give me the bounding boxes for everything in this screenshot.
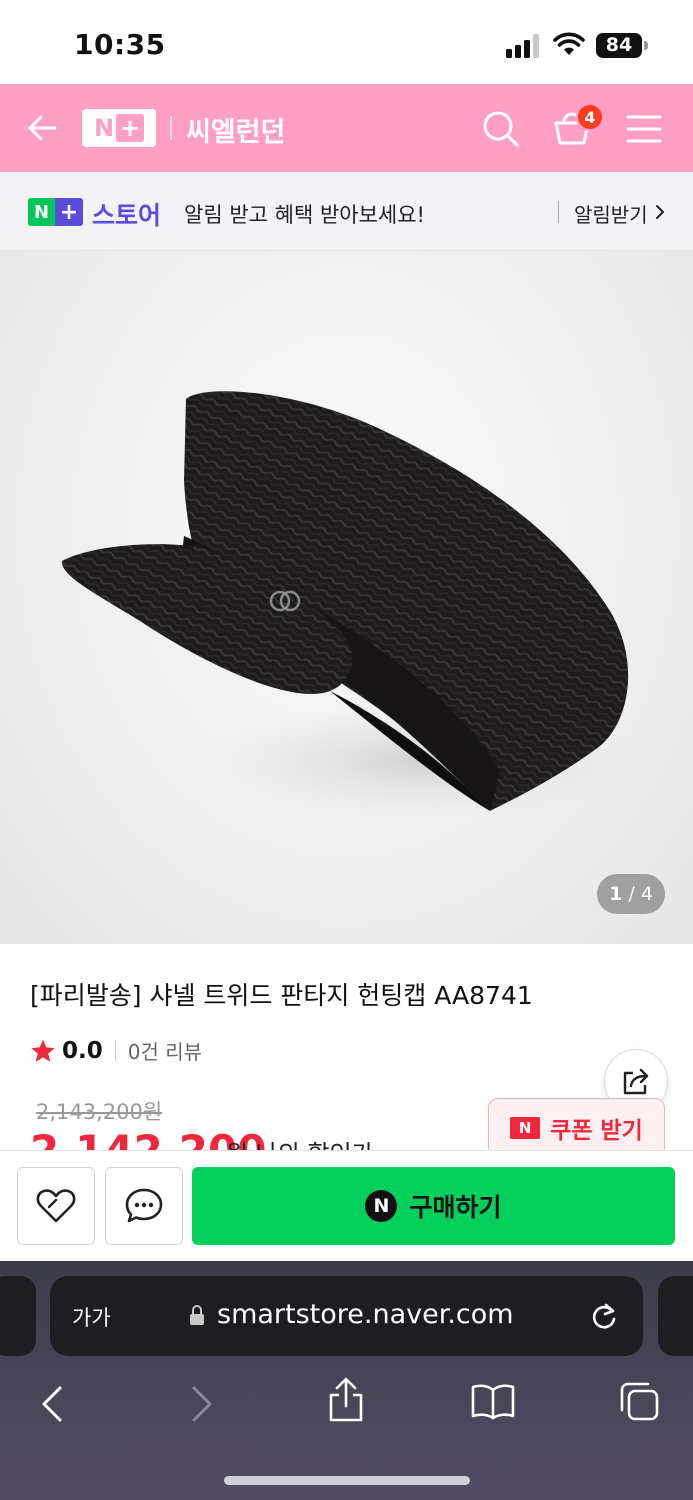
subscribe-alerts-link[interactable]: 알림받기 (574, 199, 648, 228)
lock-icon (190, 1305, 204, 1325)
image-total: 4 (640, 883, 653, 905)
product-image[interactable] (0, 251, 693, 944)
star-icon (31, 1039, 55, 1062)
image-counter: 1 / 4 (597, 874, 665, 914)
notice-message: 알림 받고 혜택 받아보세요! (184, 203, 425, 227)
wifi-icon (553, 32, 585, 55)
next-tab-preview[interactable] (658, 1276, 693, 1356)
menu-icon[interactable] (626, 114, 662, 144)
coupon-button[interactable]: N 쿠폰 받기 (488, 1098, 665, 1158)
share-icon (623, 1068, 649, 1095)
chevron-left-icon (42, 1386, 62, 1422)
chevron-right-icon (656, 205, 664, 219)
naver-coupon-icon: N (510, 1117, 541, 1139)
browser-back-button[interactable] (40, 1384, 64, 1428)
rating-score: 0.0 (62, 1037, 103, 1064)
coupon-label: 쿠폰 받기 (550, 1118, 643, 1144)
tabs-icon (620, 1382, 659, 1421)
cart-count-badge: 4 (576, 103, 604, 131)
battery-tip (644, 41, 648, 50)
store-header: N + 씨엘런던 4 (0, 84, 693, 172)
sale-price-suffix[interactable]: 원 나의 할인가 ⌄ (226, 1134, 401, 1150)
image-current: 1 (609, 883, 623, 905)
buy-label: 구매하기 (409, 1193, 502, 1222)
talk-talk-button[interactable] (105, 1167, 183, 1245)
product-title: [파리발송] 샤넬 트위드 판타지 헌팅캡 AA8741 (30, 981, 533, 1010)
search-icon[interactable] (482, 110, 520, 148)
signal-icon (506, 34, 540, 58)
chat-bubble-icon (125, 1188, 163, 1223)
image-separator: / (622, 883, 641, 905)
badge-plus: + (55, 198, 83, 226)
store-label: 스토어 (92, 201, 162, 230)
naver-pay-icon: N (365, 1190, 398, 1222)
back-arrow-icon[interactable] (26, 112, 58, 144)
bookmarks-button[interactable] (470, 1382, 516, 1424)
share-icon (329, 1377, 363, 1422)
book-icon (471, 1384, 515, 1420)
wishlist-button[interactable] (17, 1167, 95, 1245)
buy-button[interactable]: N 구매하기 (192, 1167, 675, 1245)
hat-illustration (61, 391, 640, 821)
heart-icon (36, 1189, 76, 1223)
status-time: 10:35 (74, 28, 166, 61)
logo-n: N (93, 114, 115, 142)
browser-toolbar: 가가 smartstore.naver.com (0, 1261, 693, 1500)
url-text[interactable]: smartstore.naver.com (217, 1299, 514, 1330)
shop-name[interactable]: 씨엘런던 (186, 110, 285, 149)
battery-indicator: 84 (596, 33, 642, 58)
notice-divider (558, 201, 559, 223)
previous-tab-preview[interactable] (0, 1276, 36, 1356)
tabs-button[interactable] (618, 1380, 660, 1426)
text-size-button[interactable]: 가가 (72, 1302, 111, 1332)
browser-share-button[interactable] (327, 1376, 365, 1428)
review-count[interactable]: 0건 리뷰 (128, 1036, 202, 1065)
address-bar[interactable]: 가가 smartstore.naver.com (50, 1276, 643, 1356)
rating-summary[interactable]: 0.0 0건 리뷰 (30, 1036, 202, 1065)
naver-plus-logo[interactable]: N + (82, 109, 156, 147)
purchase-action-bar: N 구매하기 (0, 1150, 693, 1261)
browser-forward-button[interactable] (190, 1384, 214, 1428)
rating-divider (114, 1040, 116, 1061)
status-bar: 10:35 84 (0, 0, 693, 84)
naver-plus-badge: N + (28, 198, 83, 226)
browser-nav-row (0, 1376, 693, 1436)
badge-n: N (28, 198, 55, 226)
header-divider (170, 116, 172, 140)
logo-plus: + (116, 114, 145, 142)
chevron-right-icon (192, 1386, 212, 1422)
reload-icon[interactable] (590, 1301, 618, 1331)
home-indicator[interactable] (224, 1476, 470, 1485)
notification-banner[interactable]: N + 스토어 알림 받고 혜택 받아보세요! 알림받기 (0, 172, 693, 251)
